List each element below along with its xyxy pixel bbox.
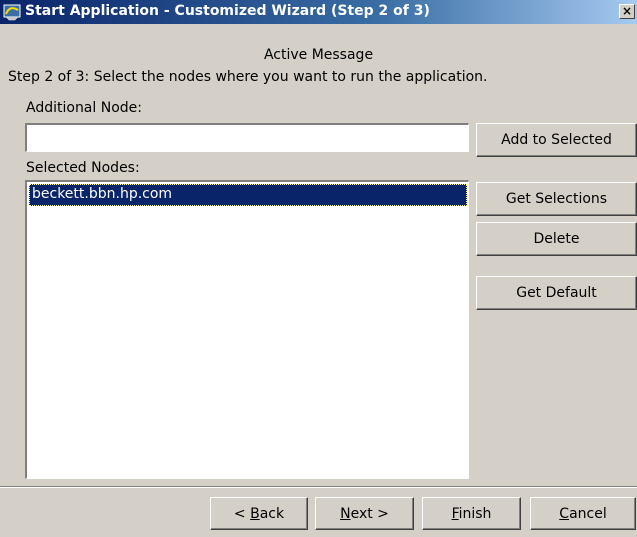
active-message: Active Message — [263, 47, 374, 63]
cancel-rest: ancel — [569, 505, 607, 522]
title-bar: Start Application - Customized Wizard (S… — [0, 0, 637, 24]
list-item[interactable]: beckett.bbn.hp.com — [29, 184, 467, 206]
get-selections-button[interactable]: Get Selections — [476, 182, 637, 216]
finish-mnemonic: F — [451, 505, 459, 522]
footer-separator — [0, 486, 637, 488]
back-prefix: < — [233, 505, 251, 522]
additional-node-input[interactable] — [25, 123, 469, 152]
get-default-button[interactable]: Get Default — [476, 276, 637, 310]
window-title: Start Application - Customized Wizard (S… — [25, 3, 430, 19]
cancel-mnemonic: C — [559, 505, 570, 522]
next-button[interactable]: Next > — [315, 497, 414, 530]
close-icon: × — [621, 4, 633, 18]
close-button[interactable]: × — [619, 4, 635, 19]
finish-button[interactable]: Finish — [422, 497, 521, 530]
selected-nodes-label: Selected Nodes: — [26, 160, 140, 176]
cancel-button[interactable]: Cancel — [530, 497, 636, 530]
instruction-text: Step 2 of 3: Select the nodes where you … — [8, 69, 488, 85]
delete-button[interactable]: Delete — [476, 222, 637, 256]
next-rest: ext > — [350, 505, 389, 522]
application-icon — [3, 4, 21, 21]
add-to-selected-button[interactable]: Add to Selected — [476, 123, 637, 157]
back-rest: ack — [259, 505, 285, 522]
additional-node-label: Additional Node: — [26, 100, 142, 116]
finish-rest: inish — [458, 505, 492, 522]
selected-nodes-list[interactable]: beckett.bbn.hp.com — [25, 180, 469, 479]
back-button[interactable]: < Back — [210, 497, 308, 530]
back-mnemonic: B — [250, 505, 260, 522]
next-mnemonic: N — [340, 505, 351, 522]
